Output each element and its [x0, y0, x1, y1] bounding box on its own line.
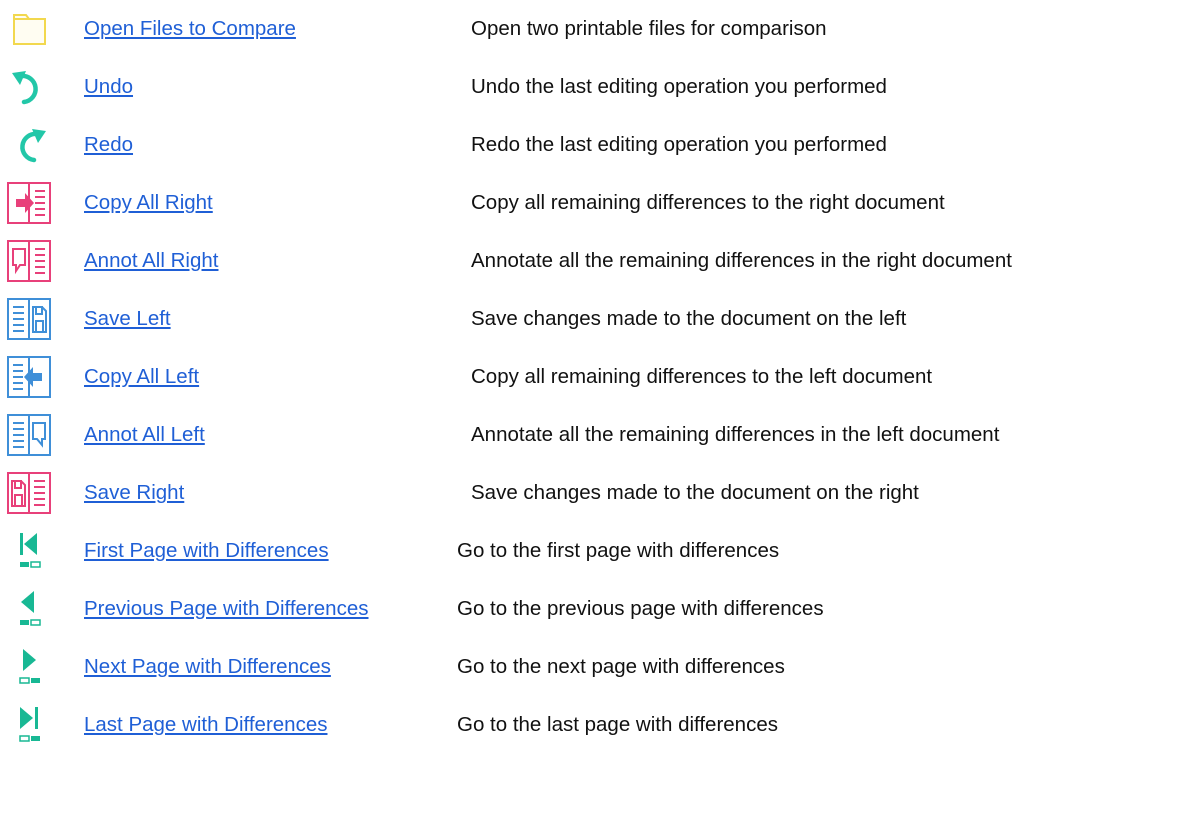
annot-all-right-description: Annotate all the remaining differences i…: [471, 249, 1012, 272]
undo-link[interactable]: Undo: [84, 58, 133, 116]
previous-page-icon: [6, 586, 52, 632]
table-row: Undo Undo the last editing operation you…: [0, 58, 1183, 116]
first-page-icon: [6, 528, 52, 574]
open-files-link[interactable]: Open Files to Compare: [84, 0, 296, 58]
table-row: Annot All Right Annotate all the remaini…: [0, 232, 1183, 290]
copy-all-left-link[interactable]: Copy All Left: [84, 348, 199, 406]
redo-link[interactable]: Redo: [84, 116, 133, 174]
next-page-description: Go to the next page with differences: [457, 655, 785, 678]
copy-all-right-icon: [6, 180, 52, 226]
table-row: Save Right Save changes made to the docu…: [0, 464, 1183, 522]
save-right-icon: [6, 470, 52, 516]
table-row: Next Page with Differences Go to the nex…: [0, 638, 1183, 696]
copy-all-right-link[interactable]: Copy All Right: [84, 174, 213, 232]
folder-icon: [6, 6, 52, 52]
previous-page-link[interactable]: Previous Page with Differences: [84, 580, 369, 638]
annot-all-left-description: Annotate all the remaining differences i…: [471, 423, 1000, 446]
copy-all-right-description: Copy all remaining differences to the ri…: [471, 191, 945, 214]
redo-description: Redo the last editing operation you perf…: [471, 133, 887, 156]
copy-all-left-description: Copy all remaining differences to the le…: [471, 365, 933, 388]
table-row: Redo Redo the last editing operation you…: [0, 116, 1183, 174]
table-row: Annot All Left Annotate all the remainin…: [0, 406, 1183, 464]
last-page-link[interactable]: Last Page with Differences: [84, 696, 327, 754]
next-page-icon: [6, 644, 52, 690]
annot-all-right-link[interactable]: Annot All Right: [84, 232, 218, 290]
save-left-description: Save changes made to the document on the…: [471, 307, 907, 330]
save-left-icon: [6, 296, 52, 342]
last-page-description: Go to the last page with differences: [457, 713, 778, 736]
table-row: First Page with Differences Go to the fi…: [0, 522, 1183, 580]
undo-description: Undo the last editing operation you perf…: [471, 75, 887, 98]
undo-icon: [6, 64, 52, 110]
open-files-description: Open two printable files for comparison: [471, 17, 827, 40]
table-row: Copy All Left Copy all remaining differe…: [0, 348, 1183, 406]
previous-page-description: Go to the previous page with differences: [457, 597, 824, 620]
last-page-icon: [6, 702, 52, 748]
first-page-link[interactable]: First Page with Differences: [84, 522, 329, 580]
annot-all-right-icon: [6, 238, 52, 284]
table-row: Last Page with Differences Go to the las…: [0, 696, 1183, 754]
copy-all-left-icon: [6, 354, 52, 400]
table-row: Open Files to Compare Open two printable…: [0, 0, 1183, 58]
save-left-link[interactable]: Save Left: [84, 290, 171, 348]
next-page-link[interactable]: Next Page with Differences: [84, 638, 331, 696]
table-row: Previous Page with Differences Go to the…: [0, 580, 1183, 638]
annot-all-left-icon: [6, 412, 52, 458]
table-row: Save Left Save changes made to the docum…: [0, 290, 1183, 348]
redo-icon: [6, 122, 52, 168]
table-row: Copy All Right Copy all remaining differ…: [0, 174, 1183, 232]
save-right-link[interactable]: Save Right: [84, 464, 184, 522]
save-right-description: Save changes made to the document on the…: [471, 481, 919, 504]
first-page-description: Go to the first page with differences: [457, 539, 780, 562]
annot-all-left-link[interactable]: Annot All Left: [84, 406, 205, 464]
